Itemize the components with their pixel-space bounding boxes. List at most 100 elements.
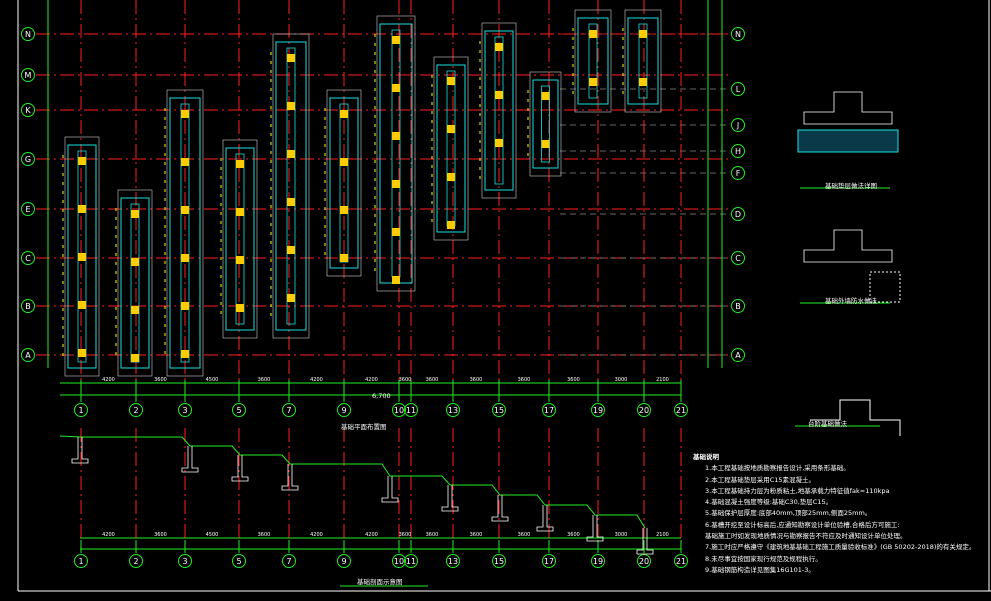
note-item: 8.未尽事宜按国家现行规范及规程执行。 [705, 554, 822, 563]
column-marker [181, 302, 189, 310]
foundation-strip [275, 41, 307, 331]
axis-bottom-label: 15 [494, 406, 504, 415]
axis-left-label: E [25, 205, 30, 214]
detail-gravel-bed [797, 129, 899, 153]
footing-section [231, 455, 249, 482]
note-item: 4.基础混凝土强度等级:基础C30,垫层C15。 [705, 498, 833, 507]
section-axis-bottom-label: 2 [133, 557, 138, 566]
column-marker [181, 206, 189, 214]
column-marker [392, 36, 400, 44]
section-axis-bottom-label: 15 [494, 557, 504, 566]
column-marker [447, 77, 455, 85]
column-marker [340, 110, 348, 118]
axis-bottom-label: 3 [182, 406, 187, 415]
dimension-text: 4500 [206, 377, 219, 383]
strip-outline [574, 9, 612, 113]
axis-right-label: J [736, 121, 739, 130]
footing-section [381, 476, 399, 503]
footing-section [181, 446, 199, 473]
section-dimension-text: 3000 [615, 532, 628, 538]
axis-right-label: L [736, 85, 741, 94]
footing-section [441, 485, 459, 512]
section-axis-bottom-label: 7 [286, 557, 291, 566]
axis-left-label: C [25, 254, 31, 263]
footing-section [586, 515, 604, 542]
axis-left-label: A [25, 351, 31, 360]
dimension-text: 3000 [615, 377, 628, 383]
axis-bottom-label: 20 [639, 406, 649, 415]
axis-bottom-label: 17 [544, 406, 554, 415]
column-marker [392, 228, 400, 236]
section-axis-bottom-label: 5 [236, 557, 241, 566]
dimension-text: 3600 [518, 377, 531, 383]
section-axis-bottom-label: 13 [448, 557, 458, 566]
column-marker [181, 110, 189, 118]
plan-title: 基础平面布置图 [341, 423, 387, 431]
section-dimension-text: 3600 [518, 532, 531, 538]
section-dimension-text: 3600 [426, 532, 439, 538]
column-marker [78, 349, 86, 357]
section-title: 基础剖面示意图 [357, 578, 403, 586]
column-marker [589, 30, 597, 38]
column-marker [78, 253, 86, 261]
column-marker [181, 350, 189, 358]
section-axis-bottom-label: 3 [182, 557, 187, 566]
axis-bottom-label: 7 [286, 406, 291, 415]
column-marker [447, 125, 455, 133]
foundation-wall [235, 153, 245, 325]
axis-bottom-label: 10 [394, 406, 404, 415]
column-marker [495, 139, 503, 147]
dimension-text: 3600 [154, 377, 167, 383]
column-marker [392, 84, 400, 92]
axis-bottom-label: 19 [593, 406, 603, 415]
column-marker [78, 205, 86, 213]
foundation-strip [436, 64, 466, 233]
axis-right-label: H [735, 147, 741, 156]
detail-footing-1 [803, 91, 893, 125]
detail-title-2: 基础外墙防水做法 [825, 297, 877, 305]
column-marker [181, 158, 189, 166]
column-marker [495, 43, 503, 51]
axis-right-label: C [735, 254, 741, 263]
note-item: 7.施工时应严格遵守《建筑地基基础工程施工质量验收标准》(GB 50202-20… [705, 543, 976, 552]
section-dimension-text: 4200 [102, 532, 115, 538]
column-marker [131, 210, 139, 218]
axis-bottom-label: 1 [78, 406, 83, 415]
axis-bottom-label: 2 [133, 406, 138, 415]
section-axis-bottom-label: 1 [78, 557, 83, 566]
column-marker [236, 304, 244, 312]
footing-section [636, 528, 654, 555]
foundation-strip [225, 147, 255, 331]
section-axis-bottom-label: 9 [341, 557, 346, 566]
column-marker [287, 150, 295, 158]
section-dimension-text: 3600 [399, 532, 412, 538]
section-axis-bottom-label: 10 [394, 557, 404, 566]
column-marker [236, 256, 244, 264]
section-dimension-text: 3600 [567, 532, 580, 538]
notes-title: 基础说明 [693, 453, 719, 461]
foundation-wall [286, 47, 296, 325]
dimension-text: 3600 [567, 377, 580, 383]
detail-title-3: 台阶基础做法 [808, 420, 847, 428]
column-marker [541, 92, 550, 100]
column-marker [287, 54, 295, 62]
section-axis-bottom-label: 11 [406, 557, 416, 566]
strip-outline [376, 15, 416, 292]
column-marker [236, 160, 244, 168]
axis-right-label: A [735, 351, 741, 360]
column-marker [131, 306, 139, 314]
axis-bottom-label: 21 [676, 406, 686, 415]
detail-footing-2 [803, 229, 893, 263]
column-marker [392, 132, 400, 140]
axis-bottom-label: 9 [341, 406, 346, 415]
column-marker [78, 157, 86, 165]
section-axis-bottom-label: 19 [593, 557, 603, 566]
section-dimension-text: 4200 [310, 532, 323, 538]
section-profile [59, 435, 646, 529]
column-marker [78, 301, 86, 309]
column-marker [287, 198, 295, 206]
note-item: 9.基础钢筋构造详见图集16G101-3。 [705, 565, 815, 574]
axis-bottom-label: 13 [448, 406, 458, 415]
strip-outline [272, 33, 310, 339]
note-item: 2.本工程基础垫层采用C15素混凝土。 [705, 475, 816, 484]
